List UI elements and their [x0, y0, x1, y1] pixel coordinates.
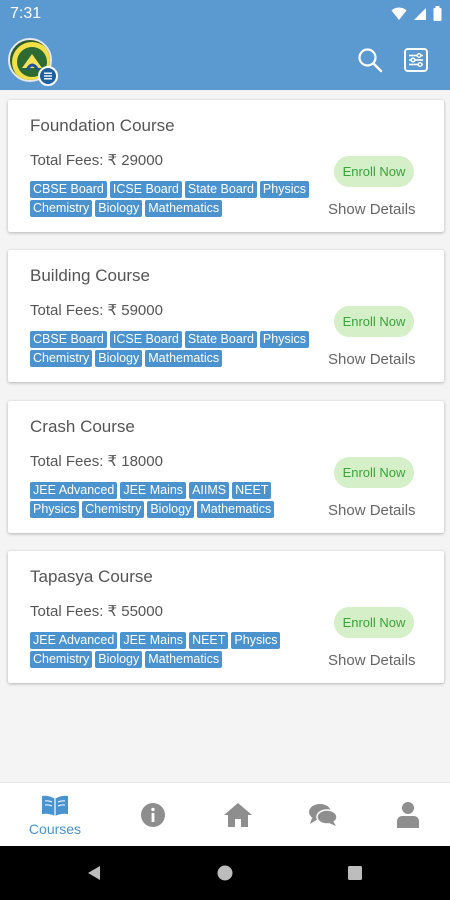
status-icons: [391, 6, 442, 21]
course-tag: Physics: [259, 331, 309, 348]
course-tags: JEE Advanced JEE Mains NEET Physics Chem…: [30, 632, 320, 668]
show-details-link[interactable]: Show Details: [328, 652, 416, 669]
nav-item-profile[interactable]: [393, 783, 423, 847]
course-title: Foundation Course: [30, 116, 175, 135]
course-fees: Total Fees: ₹ 18000: [30, 453, 163, 470]
course-fees: Total Fees: ₹ 59000: [30, 302, 163, 319]
course-tag: JEE Mains: [120, 632, 187, 649]
course-tag: NEET: [232, 482, 272, 499]
app-bar: [0, 28, 450, 90]
wifi-icon: [391, 7, 407, 20]
course-card[interactable]: Crash Course Total Fees: ₹ 18000 JEE Adv…: [8, 401, 444, 533]
enroll-now-button[interactable]: Enroll Now: [334, 156, 414, 187]
course-tag: JEE Advanced: [30, 632, 118, 649]
course-tag: State Board: [184, 181, 257, 198]
course-tag: Physics: [231, 632, 281, 649]
course-tags: CBSE Board ICSE Board State Board Physic…: [30, 181, 320, 217]
course-tag: CBSE Board: [30, 331, 107, 348]
course-tag: Chemistry: [82, 501, 145, 518]
nav-item-courses[interactable]: Courses: [20, 783, 90, 847]
status-time: 7:31: [10, 5, 42, 22]
course-title: Tapasya Course: [30, 567, 153, 586]
menu-icon[interactable]: [38, 66, 58, 86]
course-title: Crash Course: [30, 417, 135, 436]
nav-item-chat[interactable]: [304, 783, 342, 847]
signal-icon: [414, 7, 426, 20]
battery-icon: [433, 6, 442, 21]
course-card[interactable]: Foundation Course Total Fees: ₹ 29000 CB…: [8, 100, 444, 232]
show-details-link[interactable]: Show Details: [328, 351, 416, 368]
enroll-now-button[interactable]: Enroll Now: [334, 457, 414, 488]
show-details-link[interactable]: Show Details: [328, 201, 416, 218]
course-tag: State Board: [184, 331, 257, 348]
course-tag: Biology: [147, 501, 195, 518]
nav-label-courses: Courses: [28, 820, 82, 837]
course-tag: ICSE Board: [109, 181, 182, 198]
filter-icon[interactable]: [402, 46, 430, 74]
status-bar: 7:31: [0, 0, 450, 28]
enroll-now-button[interactable]: Enroll Now: [334, 306, 414, 337]
nav-item-info[interactable]: [136, 783, 170, 847]
course-tags: CBSE Board ICSE Board State Board Physic…: [30, 331, 320, 367]
home-button-icon[interactable]: [217, 865, 233, 881]
course-tag: ICSE Board: [109, 331, 182, 348]
course-tag: Mathematics: [197, 501, 275, 518]
chat-icon: [309, 804, 338, 826]
course-fees: Total Fees: ₹ 55000: [30, 603, 163, 620]
course-tag: Biology: [95, 651, 143, 668]
course-tag: Chemistry: [30, 200, 93, 217]
bottom-nav: Courses: [0, 782, 450, 846]
course-tag: CBSE Board: [30, 181, 107, 198]
back-icon[interactable]: [86, 865, 102, 881]
book-icon: [42, 795, 68, 816]
course-title: Building Course: [30, 266, 151, 285]
info-icon: [141, 803, 165, 827]
course-tag: Biology: [95, 350, 143, 367]
course-tag: Chemistry: [30, 350, 93, 367]
profile-icon: [397, 802, 419, 828]
course-tag: Mathematics: [145, 350, 223, 367]
course-tag: JEE Mains: [120, 482, 187, 499]
course-tag: JEE Advanced: [30, 482, 118, 499]
course-card[interactable]: Tapasya Course Total Fees: ₹ 55000 JEE A…: [8, 551, 444, 683]
recents-icon[interactable]: [347, 865, 363, 881]
course-tag: Physics: [30, 501, 80, 518]
home-icon: [224, 803, 252, 827]
show-details-link[interactable]: Show Details: [328, 502, 416, 519]
course-tag: Mathematics: [145, 651, 223, 668]
course-tag: Physics: [259, 181, 309, 198]
nav-item-home[interactable]: [220, 783, 256, 847]
system-nav-bar: [0, 846, 450, 900]
course-card[interactable]: Building Course Total Fees: ₹ 59000 CBSE…: [8, 250, 444, 382]
course-tag: NEET: [189, 632, 229, 649]
search-icon[interactable]: [356, 46, 384, 74]
course-tag: Chemistry: [30, 651, 93, 668]
course-fees: Total Fees: ₹ 29000: [30, 152, 163, 169]
course-tags: JEE Advanced JEE Mains AIIMS NEET Physic…: [30, 482, 320, 518]
enroll-now-button[interactable]: Enroll Now: [334, 607, 414, 638]
course-tag: Mathematics: [145, 200, 223, 217]
course-tag: Biology: [95, 200, 143, 217]
course-list: Foundation Course Total Fees: ₹ 29000 CB…: [0, 90, 450, 782]
course-tag: AIIMS: [189, 482, 230, 499]
